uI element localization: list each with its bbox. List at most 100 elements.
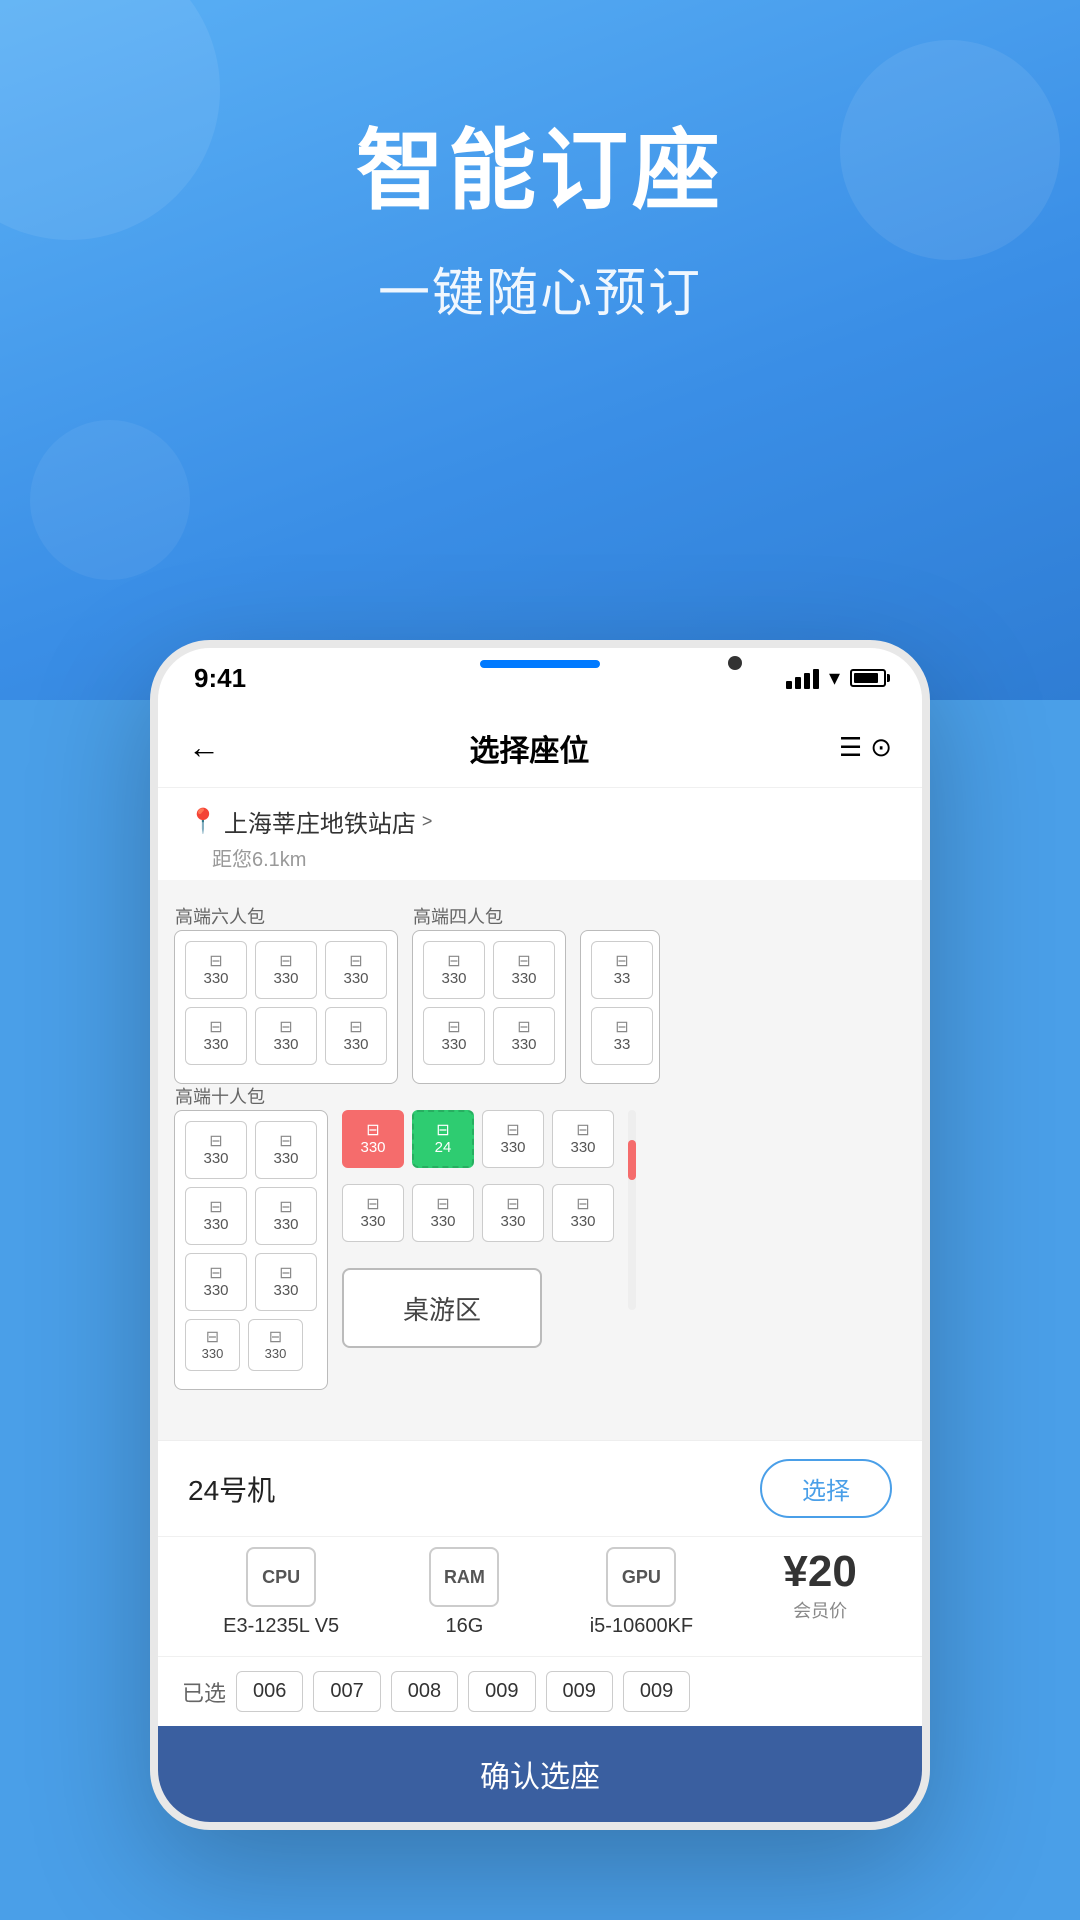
hero-title: 智能订座 [356, 100, 724, 227]
seats-row-12: ⊟330 ⊟330 ⊟330 ⊟330 [342, 1184, 614, 1242]
phone-screen: 9:41 ▾ ← 选择座位 ☰ ⊙ [150, 640, 930, 1830]
location-bar: 📍 上海莘庄地铁站店 > 距您6.1km [158, 788, 922, 880]
seat-item[interactable]: ⊟330 [185, 1319, 240, 1371]
seats-row-3: ⊟330 ⊟330 [423, 941, 555, 999]
seat-item[interactable]: ⊟330 [255, 1253, 317, 1311]
seats-row-11: ⊟330 ⊟24 ⊟330 ⊟330 [342, 1110, 614, 1168]
phone-mockup: 9:41 ▾ ← 选择座位 ☰ ⊙ [0, 640, 1080, 1830]
selected-seat-tag[interactable]: 009 [623, 1671, 690, 1712]
seat-item[interactable]: ⊟330 [185, 1253, 247, 1311]
app-header: ← 选择座位 ☰ ⊙ [158, 708, 922, 788]
selected-seats-row: 已选 006 007 008 009 009 009 [158, 1656, 922, 1726]
room-6person: 高端六人包 ⊟330 ⊟330 ⊟330 ⊟330 ⊟330 ⊟330 [174, 930, 398, 1084]
seat-item[interactable]: ⊟330 [325, 941, 387, 999]
top-rooms-row: 高端六人包 ⊟330 ⊟330 ⊟330 ⊟330 ⊟330 ⊟330 [174, 930, 906, 1084]
seat-item[interactable]: ⊟330 [493, 1007, 555, 1065]
room-4person: 高端四人包 ⊟330 ⊟330 ⊟330 ⊟330 [412, 930, 566, 1084]
seat-item[interactable]: ⊟330 [552, 1184, 614, 1242]
location-pin-icon: 📍 [188, 807, 218, 836]
seat-selected[interactable]: ⊟24 [412, 1110, 474, 1168]
seat-item[interactable]: ⊟330 [482, 1110, 544, 1168]
seat-item[interactable]: ⊟330 [493, 941, 555, 999]
specs-row: CPU E3-1235L V5 RAM 16G GPU i5-10600KF [158, 1536, 922, 1656]
notch-indicator [480, 660, 600, 668]
seats-row-6: ⊟33 [591, 1007, 649, 1065]
room-6person-label: 高端六人包 [175, 903, 265, 929]
room-4person-label: 高端四人包 [413, 903, 503, 929]
seat-item[interactable]: ⊟330 [255, 941, 317, 999]
price-label: 会员价 [793, 1597, 847, 1623]
selected-seat-tag[interactable]: 009 [468, 1671, 535, 1712]
status-time: 9:41 [194, 663, 246, 694]
hero-section: 智能订座 一键随心预订 [0, 0, 1080, 700]
room-2person: 高端双人 ⊟33 ⊟33 [580, 930, 660, 1084]
seat-item[interactable]: ⊟330 [185, 941, 247, 999]
location-name[interactable]: 📍 上海莘庄地铁站店 > [188, 804, 892, 839]
seat-item[interactable]: ⊟330 [248, 1319, 303, 1371]
ram-spec: RAM 16G [429, 1547, 499, 1638]
seats-row-8: ⊟330 ⊟330 [185, 1187, 317, 1245]
header-actions: ☰ ⊙ [839, 732, 892, 763]
selected-seat-tag[interactable]: 009 [546, 1671, 613, 1712]
seat-item[interactable]: ⊟330 [185, 1007, 247, 1065]
seats-row-5: ⊟33 [591, 941, 649, 999]
seat-item[interactable]: ⊟330 [325, 1007, 387, 1065]
selected-seat-tag[interactable]: 007 [313, 1671, 380, 1712]
seat-item[interactable]: ⊟33 [591, 941, 653, 999]
signal-icon [786, 667, 819, 689]
seats-row-9: ⊟330 ⊟330 [185, 1253, 317, 1311]
seats-row-2: ⊟330 ⊟330 ⊟330 [185, 1007, 387, 1065]
selected-label: 已选 [182, 1676, 226, 1708]
gpu-icon: GPU [606, 1547, 676, 1607]
cpu-value: E3-1235L V5 [223, 1615, 339, 1638]
camera-dot [728, 656, 742, 670]
seat-item[interactable]: ⊟330 [412, 1184, 474, 1242]
room-10person-left: 高端十人包 ⊟330 ⊟330 ⊟330 ⊟330 ⊟330 ⊟330 [174, 1110, 328, 1390]
selected-seat-tag[interactable]: 008 [391, 1671, 458, 1712]
seats-row-1: ⊟330 ⊟330 ⊟330 [185, 941, 387, 999]
seat-item[interactable]: ⊟33 [591, 1007, 653, 1065]
selected-seat-tag[interactable]: 006 [236, 1671, 303, 1712]
seat-item[interactable]: ⊟330 [185, 1121, 247, 1179]
menu-icon[interactable]: ☰ [839, 732, 862, 763]
status-icons: ▾ [786, 665, 886, 691]
room-10person-right: ⊟330 ⊟24 ⊟330 ⊟330 ⊟330 ⊟330 ⊟330 ⊟330 [342, 1110, 614, 1390]
seats-row-4: ⊟330 ⊟330 [423, 1007, 555, 1065]
info-panel: 24号机 选择 CPU E3-1235L V5 RAM 16G [158, 1440, 922, 1822]
seat-item[interactable]: ⊟330 [342, 1184, 404, 1242]
cpu-icon: CPU [246, 1547, 316, 1607]
seat-item[interactable]: ⊟330 [423, 941, 485, 999]
back-button[interactable]: ← [188, 729, 220, 766]
cpu-spec: CPU E3-1235L V5 [223, 1547, 339, 1638]
bottom-rooms-row: 高端十人包 ⊟330 ⊟330 ⊟330 ⊟330 ⊟330 ⊟330 [174, 1110, 906, 1390]
seat-item[interactable]: ⊟330 [255, 1187, 317, 1245]
gpu-value: i5-10600KF [590, 1615, 693, 1638]
room-10person-label: 高端十人包 [175, 1083, 265, 1109]
seat-item[interactable]: ⊟330 [423, 1007, 485, 1065]
machine-row: 24号机 选择 [158, 1441, 922, 1536]
page-title: 选择座位 [469, 726, 589, 770]
seat-item[interactable]: ⊟330 [255, 1121, 317, 1179]
seat-item[interactable]: ⊟330 [552, 1110, 614, 1168]
gpu-spec: GPU i5-10600KF [590, 1547, 693, 1638]
wifi-icon: ▾ [829, 665, 840, 691]
table-game-area: 桌游区 [342, 1268, 542, 1348]
map-canvas: 高端六人包 ⊟330 ⊟330 ⊟330 ⊟330 ⊟330 ⊟330 [158, 880, 922, 1440]
confirm-button[interactable]: 确认选座 [158, 1726, 922, 1822]
seat-item[interactable]: ⊟330 [185, 1187, 247, 1245]
select-button[interactable]: 选择 [760, 1459, 892, 1518]
scrollbar[interactable] [628, 1110, 636, 1310]
hero-subtitle: 一键随心预订 [378, 251, 702, 326]
seat-item[interactable]: ⊟330 [255, 1007, 317, 1065]
seats-row-10: ⊟330 ⊟330 [185, 1319, 317, 1371]
location-chevron-icon: > [422, 811, 433, 832]
seat-occupied[interactable]: ⊟330 [342, 1110, 404, 1168]
ram-value: 16G [446, 1615, 484, 1638]
location-distance: 距您6.1km [188, 843, 892, 872]
price-value: ¥20 [783, 1547, 856, 1597]
status-bar: 9:41 ▾ [158, 648, 922, 708]
seat-item[interactable]: ⊟330 [482, 1184, 544, 1242]
battery-icon [850, 669, 886, 687]
search-icon[interactable]: ⊙ [870, 732, 892, 763]
machine-label: 24号机 [188, 1469, 275, 1509]
